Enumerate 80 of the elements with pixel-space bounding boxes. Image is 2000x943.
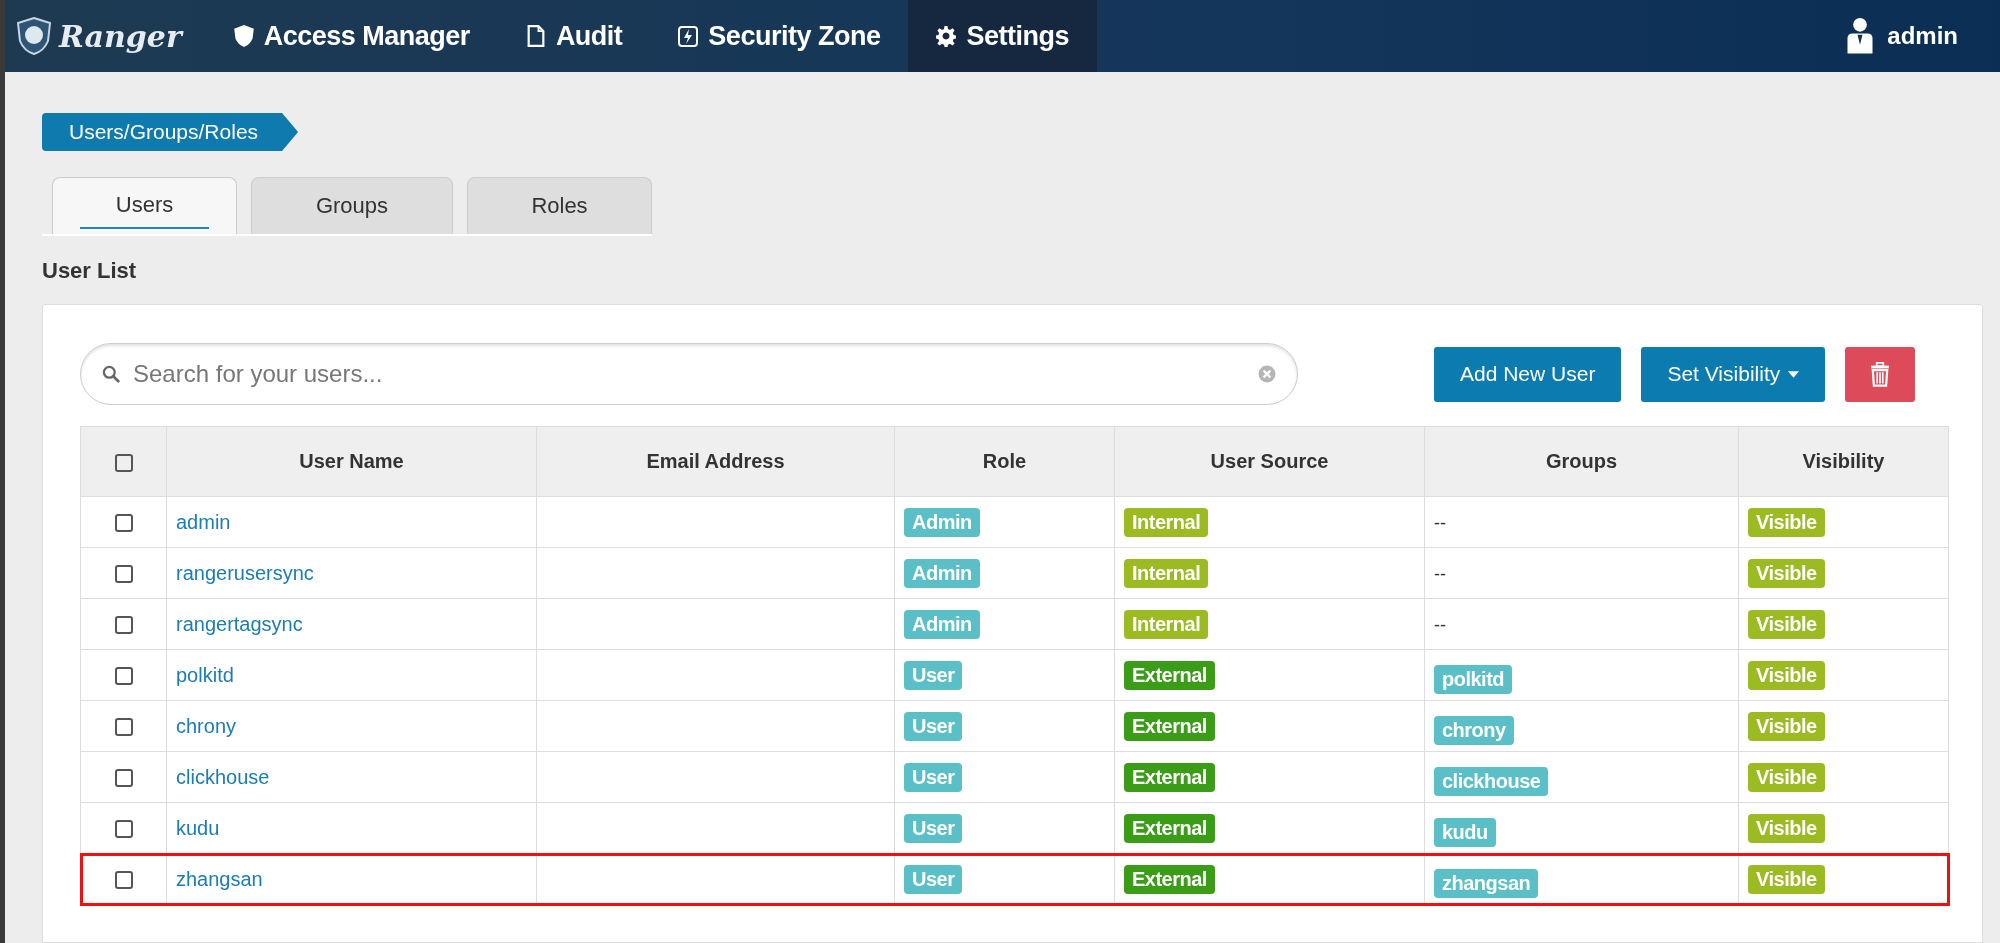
column-header: User Name bbox=[166, 426, 537, 497]
source-tag: Internal bbox=[1124, 507, 1209, 537]
trash-icon bbox=[1870, 361, 1891, 387]
user-name-link[interactable]: rangertagsync bbox=[176, 612, 303, 635]
visibility-tag: Visible bbox=[1748, 813, 1825, 843]
source-tag: Internal bbox=[1124, 558, 1209, 588]
column-header: Email Address bbox=[536, 426, 895, 497]
delete-button[interactable] bbox=[1845, 346, 1916, 402]
role-tag: Admin bbox=[904, 507, 980, 537]
checkbox[interactable] bbox=[114, 769, 133, 788]
nav-menu-item[interactable]: Security Zone bbox=[650, 0, 909, 72]
column-header: Groups bbox=[1424, 426, 1739, 497]
role-tag: Admin bbox=[904, 609, 980, 639]
user-name-link[interactable]: admin bbox=[176, 510, 231, 533]
visibility-tag: Visible bbox=[1748, 558, 1825, 588]
user-name-link[interactable]: zhangsan bbox=[176, 867, 263, 890]
tab[interactable]: Users bbox=[52, 177, 237, 234]
checkbox[interactable] bbox=[114, 453, 133, 472]
groups-text: -- bbox=[1434, 614, 1446, 635]
checkbox[interactable] bbox=[114, 667, 133, 686]
checkbox[interactable] bbox=[114, 565, 133, 584]
shield-icon bbox=[233, 25, 254, 47]
caret-icon bbox=[1788, 370, 1800, 378]
checkbox[interactable] bbox=[114, 514, 133, 533]
source-tag: External bbox=[1124, 864, 1215, 894]
nav-menu-item[interactable]: Audit bbox=[497, 0, 651, 72]
nav-menu-item[interactable]: Settings bbox=[908, 0, 1097, 72]
visibility-tag: Visible bbox=[1748, 711, 1825, 741]
role-tag: Admin bbox=[904, 558, 980, 588]
group-tag: zhangsan bbox=[1434, 868, 1539, 898]
role-tag: User bbox=[904, 660, 963, 690]
group-tag: polkitd bbox=[1434, 664, 1513, 694]
settings-icon bbox=[936, 25, 957, 47]
user-name-link[interactable]: rangerusersync bbox=[176, 561, 314, 584]
user-name-link[interactable]: chrony bbox=[176, 714, 237, 737]
role-tag: User bbox=[904, 813, 963, 843]
visibility-tag: Visible bbox=[1748, 660, 1825, 690]
tab[interactable]: Roles bbox=[467, 177, 652, 234]
column-header: Visibility bbox=[1738, 426, 1949, 497]
user-name-link[interactable]: clickhouse bbox=[176, 765, 270, 788]
section-title: User List bbox=[42, 258, 138, 284]
add-user-button[interactable]: Add New User bbox=[1434, 346, 1622, 402]
column-header: Role bbox=[894, 426, 1115, 497]
search-field[interactable]: Search for your users... bbox=[80, 343, 1298, 405]
group-tag: chrony bbox=[1434, 715, 1514, 745]
set-visibility-button[interactable]: Set Visibility bbox=[1641, 346, 1826, 402]
role-tag: User bbox=[904, 762, 963, 792]
visibility-tag: Visible bbox=[1748, 609, 1825, 639]
source-tag: External bbox=[1124, 660, 1215, 690]
role-tag: User bbox=[904, 711, 963, 741]
checkbox[interactable] bbox=[114, 718, 133, 737]
checkbox[interactable] bbox=[114, 871, 133, 890]
source-tag: Internal bbox=[1124, 609, 1209, 639]
column-header: User Source bbox=[1114, 426, 1425, 497]
groups-text: -- bbox=[1434, 512, 1446, 533]
document-icon bbox=[525, 25, 546, 47]
source-tag: External bbox=[1124, 813, 1215, 843]
user-name-link[interactable]: kudu bbox=[176, 816, 220, 839]
group-tag: clickhouse bbox=[1434, 766, 1549, 796]
nav-menu-item[interactable]: Access Manager bbox=[205, 0, 498, 72]
group-tag: kudu bbox=[1434, 817, 1496, 847]
source-tag: External bbox=[1124, 762, 1215, 792]
visibility-tag: Visible bbox=[1748, 762, 1825, 792]
source-tag: External bbox=[1124, 711, 1215, 741]
breadcrumb-link[interactable]: Users/Groups/Roles bbox=[42, 113, 299, 151]
visibility-tag: Visible bbox=[1748, 864, 1825, 894]
shield-logo-icon bbox=[17, 17, 51, 55]
lightning-icon bbox=[678, 25, 699, 47]
user-name-link[interactable]: polkitd bbox=[176, 663, 234, 686]
role-tag: User bbox=[904, 864, 963, 894]
groups-text: -- bbox=[1434, 563, 1446, 584]
tab[interactable]: Groups bbox=[251, 177, 453, 234]
user-menu[interactable]: admin bbox=[1825, 0, 2000, 72]
checkbox[interactable] bbox=[114, 820, 133, 839]
brand-name[interactable]: Ranger bbox=[59, 18, 182, 54]
clear-icon bbox=[1258, 365, 1276, 383]
search-icon bbox=[102, 365, 120, 383]
user-icon bbox=[1845, 17, 1876, 55]
visibility-tag: Visible bbox=[1748, 507, 1825, 537]
checkbox[interactable] bbox=[114, 616, 133, 635]
